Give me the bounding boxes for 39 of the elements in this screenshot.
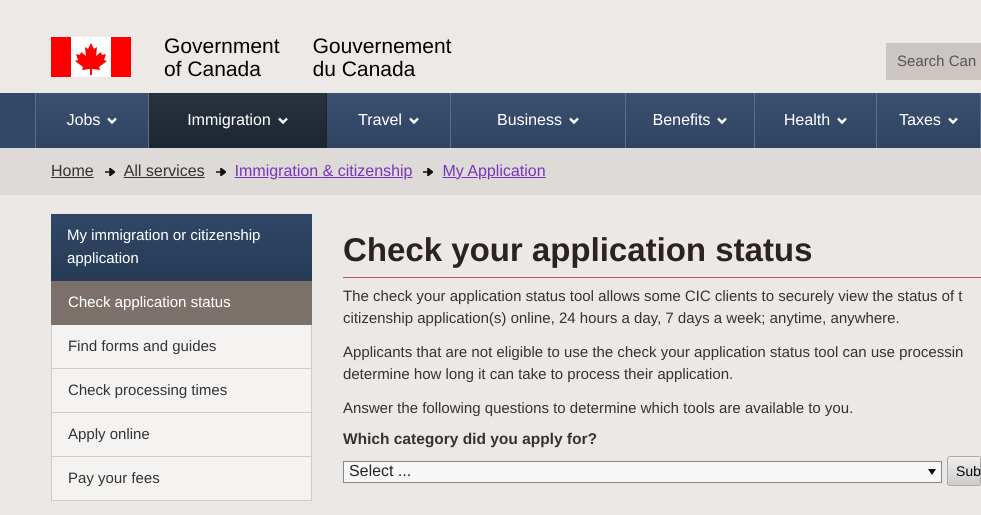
- sidebar-item[interactable]: Pay your fees: [51, 457, 312, 501]
- sidebar-item[interactable]: Apply online: [51, 413, 312, 457]
- nav-menu-item[interactable]: Business: [451, 93, 626, 148]
- nav-menu-item[interactable]: Health: [755, 93, 877, 148]
- chevron-down-icon: [837, 116, 848, 124]
- sidebar-heading[interactable]: My immigration or citizenship application: [51, 214, 312, 281]
- government-name-french: Gouvernement du Canada: [312, 35, 452, 81]
- arrow-right-icon: [216, 168, 226, 176]
- paragraph: The check your application status tool allows some CIC clients to securely view the status of t citizenship application(s) online, 24 hours a day, 7 days a week; anytime, anywhere.: [343, 287, 964, 329]
- chevron-down-icon: [107, 116, 118, 124]
- chevron-down-icon: [948, 116, 958, 124]
- submit-button[interactable]: Sub: [947, 456, 981, 486]
- breadcrumb-link[interactable]: Immigration & citizenship: [234, 162, 412, 180]
- paragraph: Answer the following questions to determine which tools are available to you.: [343, 399, 854, 419]
- chevron-down-icon: [278, 116, 288, 124]
- breadcrumb-link[interactable]: My Application: [442, 162, 546, 180]
- sidebar-item[interactable]: Check processing times: [51, 369, 312, 413]
- breadcrumb-link[interactable]: All services: [124, 162, 205, 180]
- chevron-down-icon: [568, 116, 579, 124]
- category-dropdown[interactable]: Select ...: [343, 461, 942, 483]
- chevron-down-icon: [408, 116, 419, 124]
- nav-menu-item[interactable]: Jobs: [36, 93, 149, 148]
- page-title: Check your application status: [343, 231, 981, 278]
- arrow-right-icon: [423, 168, 434, 176]
- nav-menu-item[interactable]: Travel: [327, 93, 451, 148]
- nav-menu-item[interactable]: Immigration: [149, 93, 327, 148]
- caret-icon: [928, 469, 936, 475]
- question-label: Which category did you apply for?: [343, 431, 598, 449]
- nav-menu-item[interactable]: Taxes: [877, 93, 981, 148]
- paragraph: Applicants that are not eligible to use the check your application status tool can use processin determine how long it can take to process their application.: [343, 343, 964, 385]
- nav-menu-item[interactable]: Benefits: [626, 93, 755, 148]
- sidebar-item[interactable]: Find forms and guides: [51, 325, 312, 369]
- chevron-down-icon: [717, 116, 728, 124]
- arrow-right-icon: [104, 168, 115, 176]
- canada-flag-icon: [51, 37, 131, 77]
- government-name: Government of Canada: [164, 35, 280, 81]
- sidebar-item[interactable]: Check application status: [51, 281, 312, 325]
- breadcrumb-link[interactable]: Home: [51, 162, 94, 180]
- search-field[interactable]: Search Can: [886, 43, 981, 80]
